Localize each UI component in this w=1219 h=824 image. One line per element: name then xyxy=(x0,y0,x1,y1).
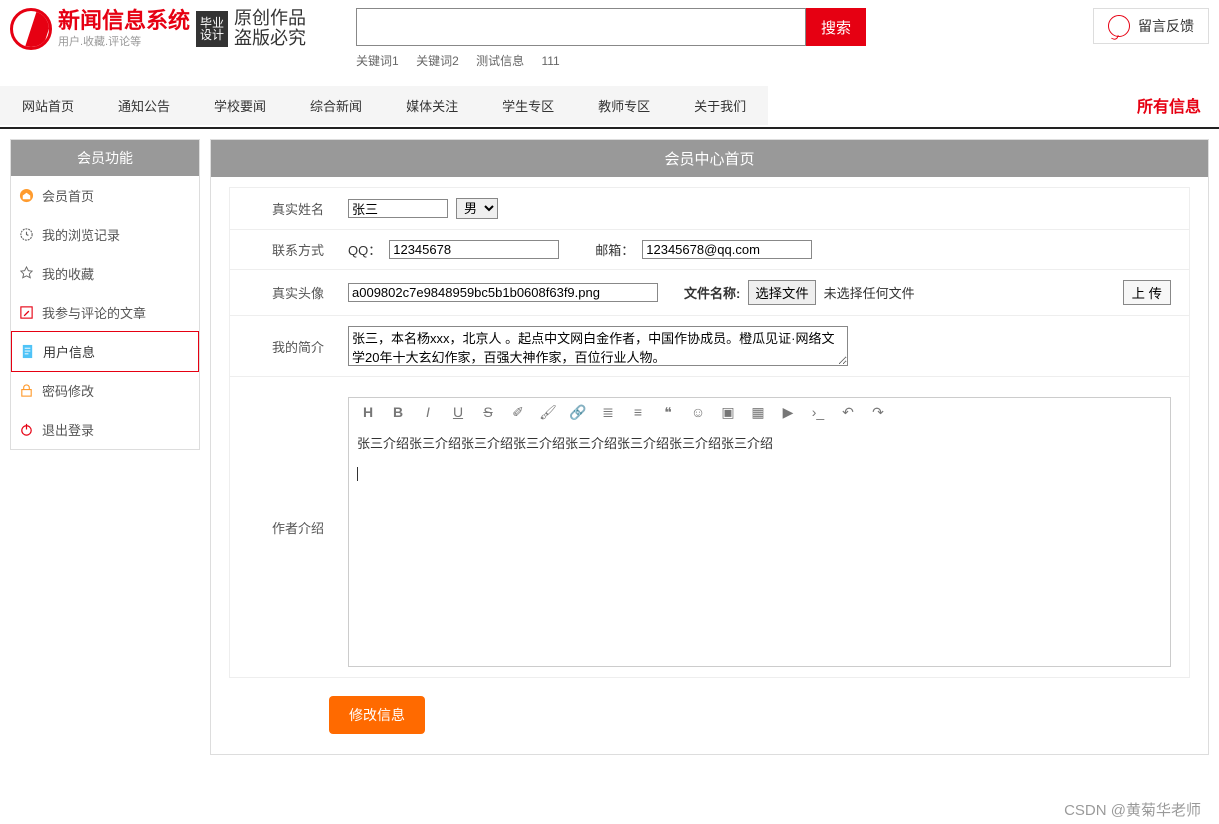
keyword-item[interactable]: 测试信息 xyxy=(476,54,524,68)
feedback-button[interactable]: 留言反馈 xyxy=(1093,8,1209,44)
no-file-text: 未选择任何文件 xyxy=(824,283,915,302)
site-title: 新闻信息系统 xyxy=(58,9,190,33)
email-input[interactable] xyxy=(642,240,812,259)
nav-media[interactable]: 媒体关注 xyxy=(384,86,480,125)
tool-undo-icon[interactable]: ↶ xyxy=(839,404,857,421)
sidebar-item-history[interactable]: 我的浏览记录 xyxy=(11,215,199,254)
panel-title: 会员中心首页 xyxy=(211,140,1208,177)
main-nav: 网站首页 通知公告 学校要闻 综合新闻 媒体关注 学生专区 教师专区 关于我们 xyxy=(0,86,768,125)
tool-quote-icon[interactable]: ❝ xyxy=(659,404,677,421)
nav-notice[interactable]: 通知公告 xyxy=(96,86,192,125)
search-button[interactable]: 搜索 xyxy=(806,8,866,46)
content-panel: 会员中心首页 真实姓名 男 联系方式 QQ： 邮箱： 真实头像 xyxy=(210,139,1209,755)
tool-redo-icon[interactable]: ↷ xyxy=(869,404,887,421)
keyword-item[interactable]: 111 xyxy=(541,54,559,68)
sidebar-item-password[interactable]: 密码修改 xyxy=(11,371,199,410)
sidebar-item-fav[interactable]: 我的收藏 xyxy=(11,254,199,293)
history-icon xyxy=(19,227,34,242)
label-bio: 我的简介 xyxy=(248,337,348,356)
sidebar-item-comment[interactable]: 我参与评论的文章 xyxy=(11,293,199,332)
tool-align-icon[interactable]: ≡ xyxy=(629,404,647,421)
tool-table-icon[interactable]: ▦ xyxy=(749,404,767,421)
sidebar: 会员功能 会员首页 我的浏览记录 我的收藏 我参与评论的文章 用户信息 密码修改… xyxy=(10,139,200,450)
design-badge: 毕业 设计 xyxy=(196,11,228,47)
keyword-list: 关键词1 关键词2 测试信息 111 xyxy=(356,52,866,69)
feedback-label: 留言反馈 xyxy=(1138,16,1194,36)
nav-school[interactable]: 学校要闻 xyxy=(192,86,288,125)
nav-teacher[interactable]: 教师专区 xyxy=(576,86,672,125)
text-cursor xyxy=(357,467,358,481)
power-icon xyxy=(19,422,34,437)
choose-file-button[interactable]: 选择文件 xyxy=(748,280,815,305)
realname-input[interactable] xyxy=(348,199,448,218)
sidebar-item-userinfo[interactable]: 用户信息 xyxy=(11,331,199,372)
tool-bold-icon[interactable]: B xyxy=(389,404,407,421)
keyword-item[interactable]: 关键词2 xyxy=(416,54,459,68)
star-icon xyxy=(19,266,34,281)
gender-select[interactable]: 男 xyxy=(456,198,498,219)
label-avatar: 真实头像 xyxy=(248,283,348,302)
label-contact: 联系方式 xyxy=(248,240,348,259)
tool-italic-icon[interactable]: I xyxy=(419,404,437,421)
label-intro: 作者介绍 xyxy=(248,518,348,537)
doc-icon xyxy=(20,344,35,359)
keyword-item[interactable]: 关键词1 xyxy=(356,54,399,68)
sidebar-title: 会员功能 xyxy=(11,140,199,176)
upload-button[interactable]: 上 传 xyxy=(1123,280,1171,305)
tool-underline-icon[interactable]: U xyxy=(449,404,467,421)
tool-heading-icon[interactable]: H xyxy=(359,404,377,421)
submit-button[interactable]: 修改信息 xyxy=(329,696,425,734)
logo-block: 新闻信息系统 用户.收藏.评论等 毕业 设计 原创作品 盗版必究 xyxy=(10,8,306,50)
brush-text-2: 盗版必究 xyxy=(234,29,306,49)
tool-eraser-icon[interactable]: ✐ xyxy=(509,404,527,421)
file-name-label: 文件名称: xyxy=(684,283,740,302)
brush-text-1: 原创作品 xyxy=(234,9,306,29)
sidebar-item-home[interactable]: 会员首页 xyxy=(11,176,199,215)
nav-about[interactable]: 关于我们 xyxy=(672,86,768,125)
sidebar-item-logout[interactable]: 退出登录 xyxy=(11,410,199,449)
all-info-link[interactable]: 所有信息 xyxy=(1119,83,1219,127)
tool-image-icon[interactable]: ▣ xyxy=(719,404,737,421)
tool-list-icon[interactable]: ≣ xyxy=(599,404,617,421)
tool-video-icon[interactable]: ▶ xyxy=(779,404,797,421)
bio-textarea[interactable] xyxy=(348,326,848,366)
lock-icon xyxy=(19,383,34,398)
search-input[interactable] xyxy=(356,8,806,46)
editor-toolbar: H B I U S ✐ 🖌 🔗 ≣ ≡ ❝ ☺ ▣ ▦ ▶ xyxy=(348,397,1171,427)
tool-emoji-icon[interactable]: ☺ xyxy=(689,404,707,421)
watermark-text: CSDN @黄菊华老师 xyxy=(1064,799,1201,820)
mail-prefix: 邮箱： xyxy=(595,240,634,259)
nav-student[interactable]: 学生专区 xyxy=(480,86,576,125)
tool-more-icon[interactable]: ›_ xyxy=(809,404,827,421)
site-subtitle: 用户.收藏.评论等 xyxy=(58,33,190,49)
edit-icon xyxy=(19,305,34,320)
qq-prefix: QQ： xyxy=(348,240,381,259)
nav-home[interactable]: 网站首页 xyxy=(0,86,96,125)
tool-link-icon[interactable]: 🔗 xyxy=(569,404,587,421)
home-icon xyxy=(19,188,34,203)
label-realname: 真实姓名 xyxy=(248,199,348,218)
logo-icon xyxy=(10,8,52,50)
nav-general[interactable]: 综合新闻 xyxy=(288,86,384,125)
tool-strike-icon[interactable]: S xyxy=(479,404,497,421)
headset-icon xyxy=(1108,15,1130,37)
intro-editor[interactable]: 张三介绍张三介绍张三介绍张三介绍张三介绍张三介绍张三介绍张三介绍 xyxy=(349,427,1170,655)
avatar-path-input[interactable] xyxy=(348,283,658,302)
tool-brush-icon[interactable]: 🖌 xyxy=(539,404,557,421)
qq-input[interactable] xyxy=(389,240,559,259)
